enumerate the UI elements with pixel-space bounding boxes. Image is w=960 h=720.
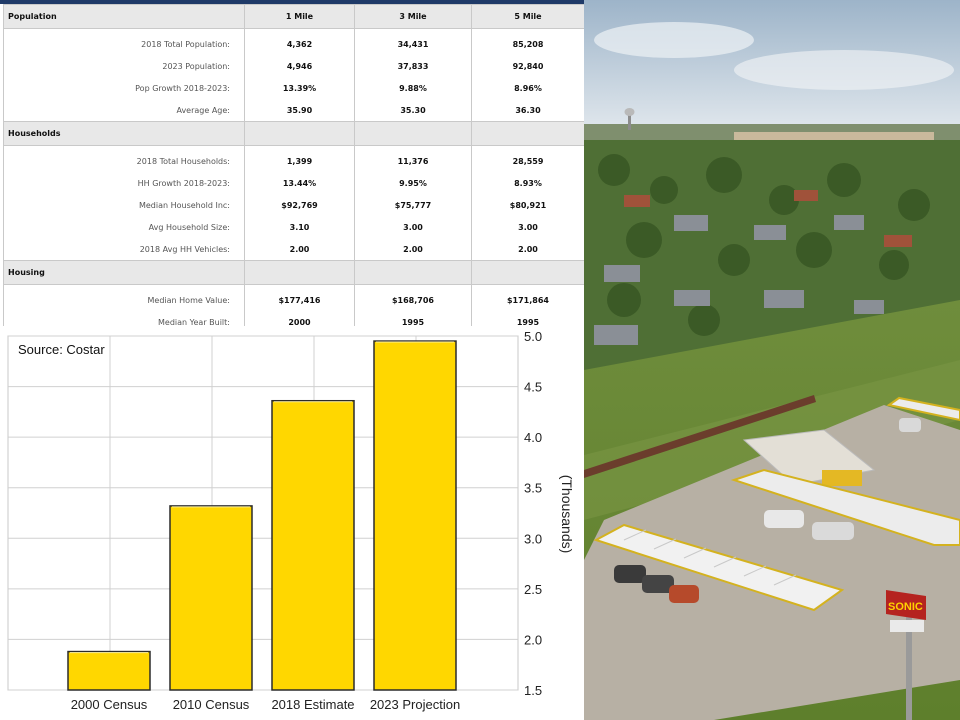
value-3-mile: 3.00 [354,216,472,238]
y-tick-label: 4.0 [524,430,542,445]
x-tick-label: 2000 Census [71,697,148,712]
bar [373,340,457,691]
value-1-mile: 1,399 [244,145,355,172]
y-tick-label: 5.0 [524,329,542,344]
value-5-mile: $80,921 [471,194,584,216]
chart-source-note: Source: Costar [18,342,105,357]
section-title: Households [3,121,245,146]
value-1-mile: 35.90 [244,99,355,122]
value-1-mile: 3.10 [244,216,355,238]
aerial-photo-icon: SONIC [584,0,960,720]
table-row: Avg Household Size: 3.10 3.00 3.00 [3,216,584,238]
bar [271,399,355,691]
row-label: Average Age: [3,99,245,122]
column-header-3-mile: 3 Mile [354,4,472,29]
y-axis-label: (Thousands) [559,475,575,554]
row-label: 2018 Total Households: [3,145,245,172]
row-label: Pop Growth 2018-2023: [3,77,245,99]
y-tick-label: 3.0 [524,531,542,546]
section-title: Housing [3,260,245,285]
value-5-mile: 28,559 [471,145,584,172]
value-3-mile: 9.88% [354,77,472,99]
value-3-mile: 9.95% [354,172,472,194]
value-1-mile: 13.44% [244,172,355,194]
population-bar-chart-panel: 5.0 4.5 4.0 3.5 3.0 2.5 2.0 1.5 2000 Census 2010 … [0,326,584,720]
row-label: HH Growth 2018-2023: [3,172,245,194]
value-5-mile: 3.00 [471,216,584,238]
table-row: Pop Growth 2018-2023: 13.39% 9.88% 8.96% [3,77,584,99]
y-tick-label: 1.5 [524,683,542,698]
x-tick-label: 2023 Projection [370,697,460,712]
table-row: 2018 Avg HH Vehicles: 2.00 2.00 2.00 [3,238,584,261]
value-5-mile: 36.30 [471,99,584,122]
y-tick-label: 2.0 [524,632,542,647]
demographics-table: Population 1 Mile 3 Mile 5 Mile 2018 Tot… [3,4,584,326]
bar [169,505,253,691]
table-row: 2023 Population: 4,946 37,833 92,840 [3,55,584,77]
x-tick-label: 2018 Estimate [271,697,354,712]
demographics-table-panel: Population 1 Mile 3 Mile 5 Mile 2018 Tot… [0,0,584,326]
value-1-mile: $92,769 [244,194,355,216]
population-bar-chart: 5.0 4.5 4.0 3.5 3.0 2.5 2.0 1.5 2000 Census 2010 … [7,329,575,712]
y-tick-label: 2.5 [524,582,542,597]
aerial-site-photo: SONIC [584,0,960,720]
row-label: Avg Household Size: [3,216,245,238]
table-row: HH Growth 2018-2023: 13.44% 9.95% 8.93% [3,172,584,194]
table-row: Average Age: 35.90 35.30 36.30 [3,99,584,122]
bar [67,650,151,691]
section-header-population: Population 1 Mile 3 Mile 5 Mile [3,4,584,29]
value-1-mile: 13.39% [244,77,355,99]
value-5-mile: 1995 [471,311,584,326]
row-label: 2018 Avg HH Vehicles: [3,238,245,261]
row-label: Median Household Inc: [3,194,245,216]
value-1-mile: 4,946 [244,55,355,77]
column-header-1-mile: 1 Mile [244,4,355,29]
value-3-mile: 34,431 [354,28,472,55]
y-tick-label: 3.5 [524,481,542,496]
value-1-mile: 2000 [244,311,355,326]
x-tick-label: 2010 Census [173,697,250,712]
table-row: 2018 Total Households: 1,399 11,376 28,5… [3,145,584,172]
row-label: 2023 Population: [3,55,245,77]
table-row: Median Home Value: $177,416 $168,706 $17… [3,284,584,311]
row-label: 2018 Total Population: [3,28,245,55]
value-5-mile: 2.00 [471,238,584,261]
value-5-mile: 92,840 [471,55,584,77]
value-5-mile: 8.96% [471,77,584,99]
value-3-mile: 11,376 [354,145,472,172]
y-tick-label: 4.5 [524,380,542,395]
section-title: Population [3,4,245,29]
value-5-mile: 85,208 [471,28,584,55]
value-3-mile: $168,706 [354,284,472,311]
value-3-mile: 1995 [354,311,472,326]
value-1-mile: 2.00 [244,238,355,261]
value-3-mile: $75,777 [354,194,472,216]
value-3-mile: 35.30 [354,99,472,122]
value-5-mile: $171,864 [471,284,584,311]
column-header-5-mile: 5 Mile [471,4,584,29]
section-header-households: Households [3,121,584,146]
row-label: Median Year Built: [3,311,245,326]
section-header-housing: Housing [3,260,584,285]
table-row: Median Year Built: 2000 1995 1995 [3,311,584,326]
value-1-mile: $177,416 [244,284,355,311]
table-row: 2018 Total Population: 4,362 34,431 85,2… [3,28,584,55]
row-label: Median Home Value: [3,284,245,311]
value-3-mile: 37,833 [354,55,472,77]
value-1-mile: 4,362 [244,28,355,55]
value-5-mile: 8.93% [471,172,584,194]
sonic-sign-text: SONIC [888,601,923,613]
table-row: Median Household Inc: $92,769 $75,777 $8… [3,194,584,216]
value-3-mile: 2.00 [354,238,472,261]
